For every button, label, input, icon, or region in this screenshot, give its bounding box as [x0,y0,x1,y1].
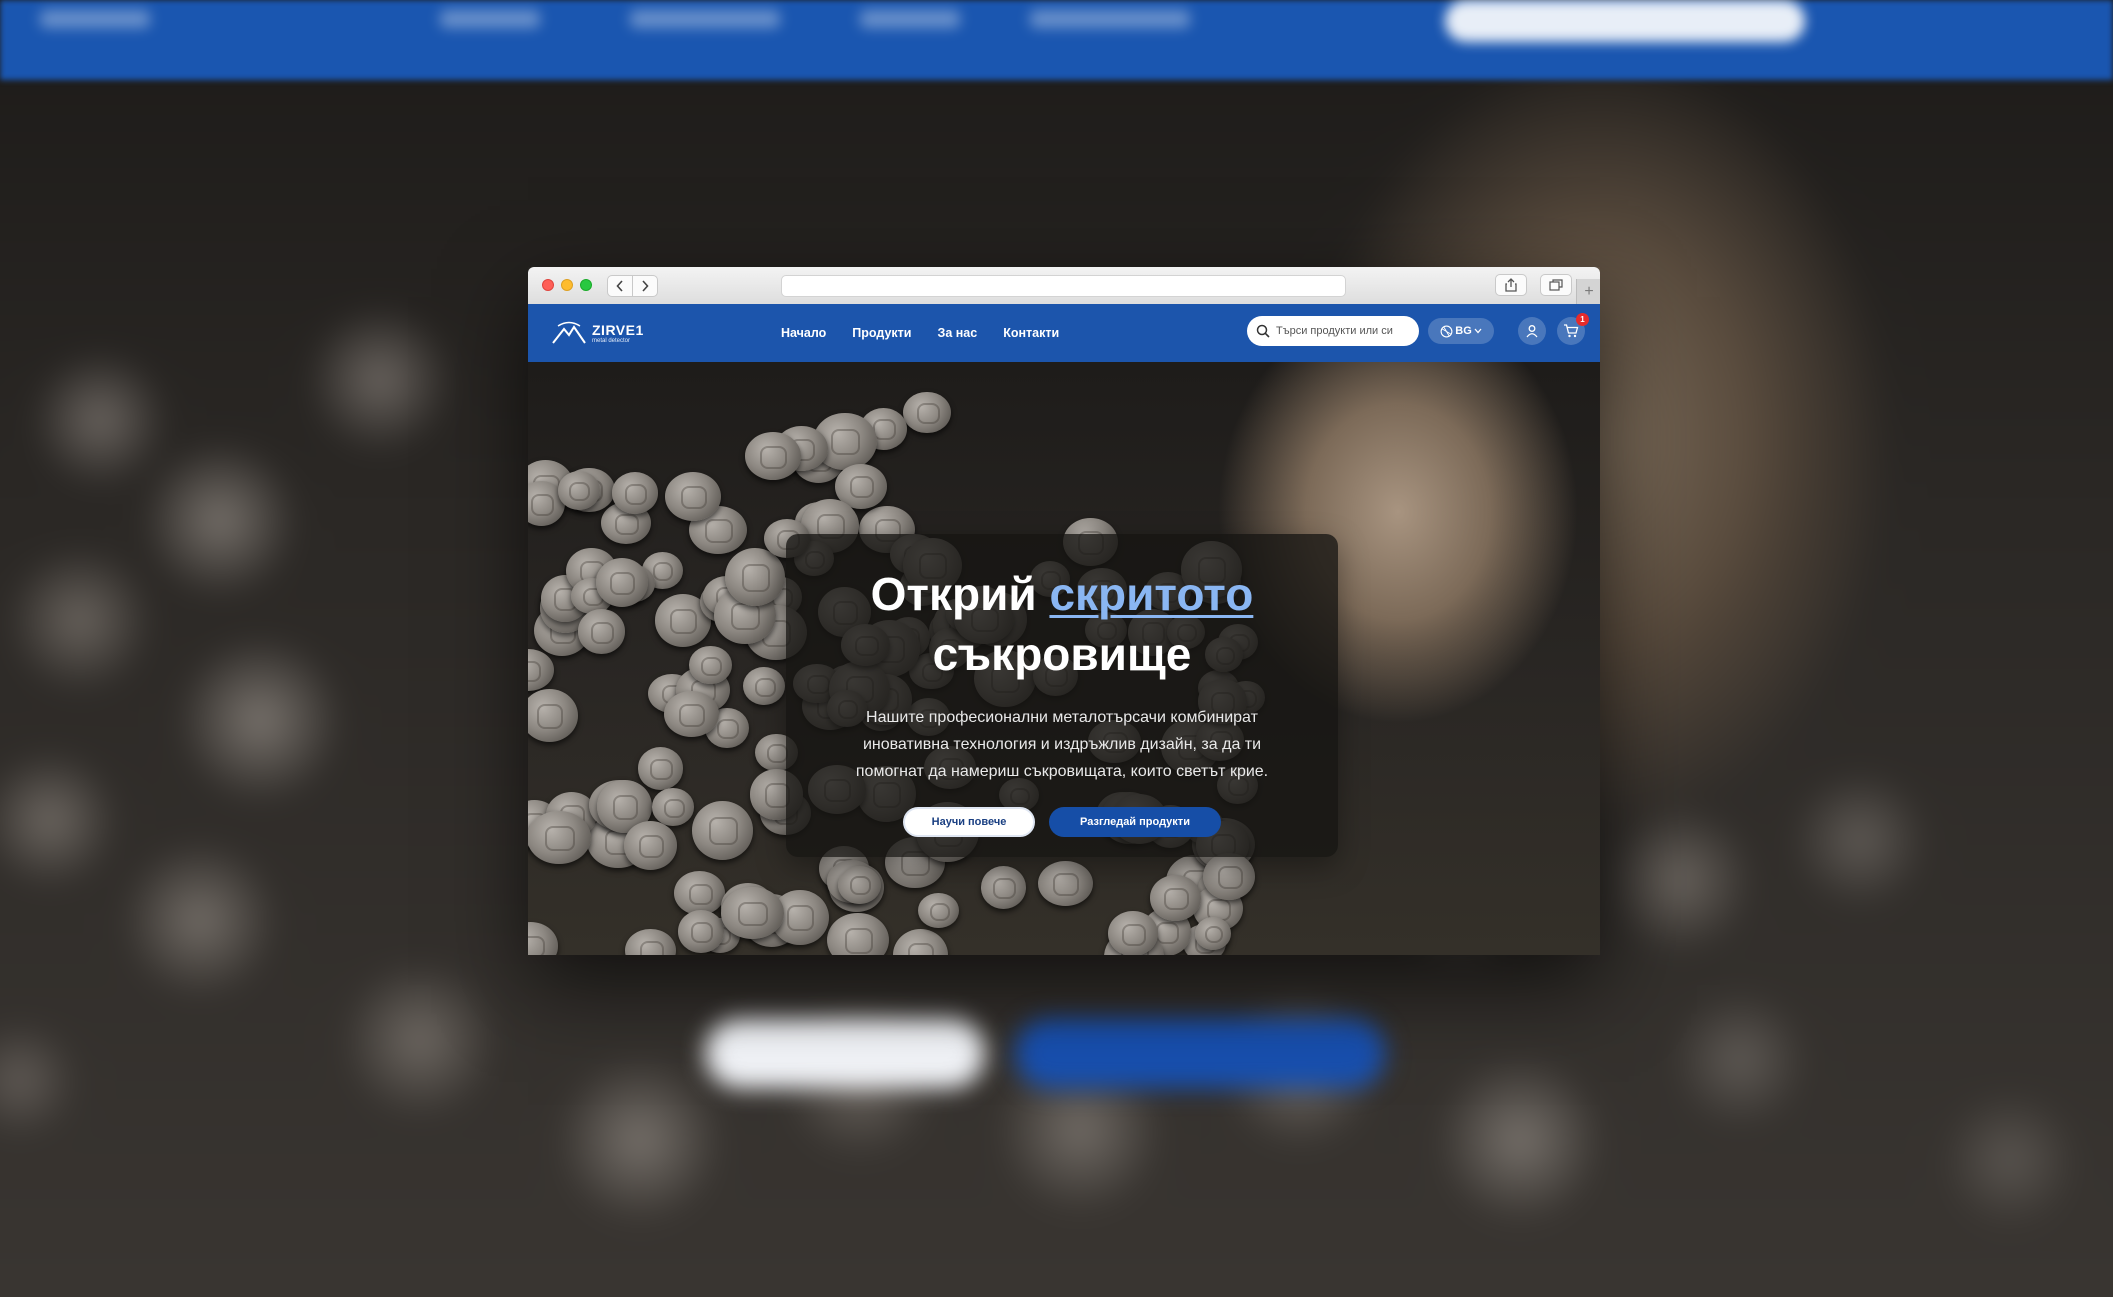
coin-decoration [892,928,949,955]
coin-decoration [651,788,695,827]
main-navigation: Начало Продукти За нас Контакти [781,304,1085,362]
coin-decoration [557,471,600,510]
coin-decoration [528,689,578,742]
language-select[interactable]: BG [1428,318,1494,344]
hero-title-part2: съкровище [932,628,1192,680]
minimize-window-button[interactable] [561,279,573,291]
hero-actions: Научи повече Разгледай продукти [786,807,1338,837]
coin-decoration [625,928,677,955]
cart-icon [1564,324,1579,338]
coin-decoration [1037,860,1094,907]
background-blurred-button [1015,1018,1385,1088]
coin-decoration [528,811,591,865]
coin-decoration [903,391,952,434]
tabs-icon [1549,279,1563,291]
mountain-logo-icon [552,321,586,344]
nav-about[interactable]: За нас [938,326,978,340]
chevron-right-icon [642,280,649,292]
ghost-nav [1030,10,1190,28]
nav-products[interactable]: Продукти [852,326,911,340]
background-blurred-button [705,1018,985,1088]
globe-icon [1440,325,1453,337]
user-icon [1526,325,1538,338]
search-input[interactable] [1274,324,1408,338]
cart-button[interactable]: 1 [1557,313,1589,345]
ghost-nav [860,10,960,28]
coin-decoration [692,801,753,860]
search-box [1247,316,1419,346]
coin-decoration [720,887,784,939]
forward-button[interactable] [632,275,658,297]
hero-title: Открий скритото съкровище [786,564,1338,684]
coin-decoration [611,472,659,515]
coin-decoration [577,609,626,655]
chevron-left-icon [616,280,623,292]
site-header: ZIRVE1 metal detector Начало Продукти За… [528,304,1600,362]
hero-section: Открий скритото съкровище Нашите професи… [528,362,1600,955]
coin-decoration [595,558,648,607]
hero-card: Открий скритото съкровище Нашите професи… [786,534,1338,857]
coin-decoration [743,666,785,705]
coin-decoration [689,646,732,685]
search-icon[interactable] [1256,324,1270,338]
show-tabs-button[interactable] [1540,274,1572,296]
hero-title-part1: Открий [870,568,1050,620]
ghost-nav [630,10,780,28]
logo-tagline: metal detector [592,337,631,344]
browser-titlebar: + [528,267,1600,305]
logo-name: ZIRVE1 [592,321,644,338]
nav-home[interactable]: Начало [781,326,826,340]
address-bar[interactable] [781,275,1346,297]
back-button[interactable] [607,275,633,297]
share-button[interactable] [1495,274,1527,296]
browser-window: + ZIRVE1 metal detector Начало Продукти … [528,267,1600,955]
coin-decoration [637,747,684,790]
close-window-button[interactable] [542,279,554,291]
share-icon [1505,278,1517,292]
coin-decoration [674,871,726,916]
background-blurred-search [1445,0,1805,42]
coin-decoration [528,922,559,955]
chevron-down-icon [1474,328,1482,334]
language-label: BG [1455,325,1472,337]
site-logo[interactable]: ZIRVE1 metal detector [552,318,644,348]
coin-decoration [623,820,678,870]
coin-decoration [678,910,725,953]
coin-decoration [980,866,1027,910]
coin-decoration [664,472,721,521]
coin-decoration [1108,911,1158,955]
hero-description: Нашите професионални металотърсачи комби… [855,709,1269,780]
cart-count-badge: 1 [1576,313,1589,326]
coin-decoration [1203,852,1256,900]
ghost-nav [440,10,540,28]
new-tab-button[interactable]: + [1576,279,1600,304]
maximize-window-button[interactable] [580,279,592,291]
browse-products-button[interactable]: Разгледай продукти [1049,807,1221,837]
coin-decoration [918,893,959,929]
ghost-logo [40,10,150,28]
coin-decoration [1150,875,1201,921]
nav-contacts[interactable]: Контакти [1003,326,1059,340]
account-button[interactable] [1518,317,1546,345]
learn-more-button[interactable]: Научи повече [903,807,1035,837]
coin-decoration [1194,917,1231,950]
hero-title-accent[interactable]: скритото [1049,568,1253,620]
coin-decoration [663,691,719,738]
coin-decoration [838,865,881,904]
coin-decoration [744,432,801,481]
coin-decoration [528,649,554,692]
coin-decoration [827,912,889,955]
